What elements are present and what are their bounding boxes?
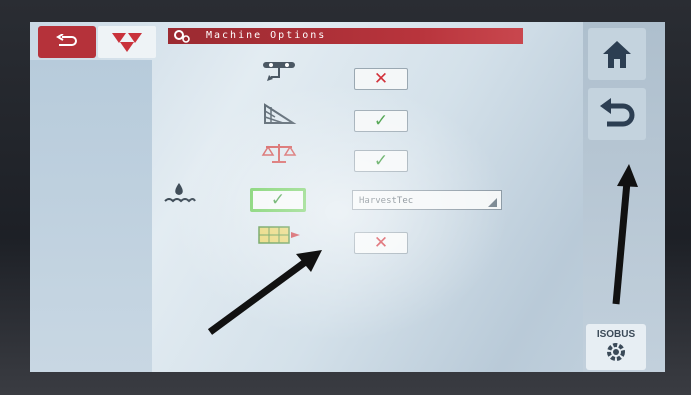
additive-dropdown[interactable]: HarvestTec <box>352 190 502 210</box>
sprayer-nozzle-icon <box>256 58 302 84</box>
page-title: Machine Options <box>168 28 523 44</box>
return-arrow-icon <box>600 98 635 127</box>
back-button[interactable] <box>38 26 96 58</box>
option-toggle-3[interactable]: ✓ <box>354 150 408 172</box>
bale-count-icon <box>256 222 302 248</box>
return-button[interactable] <box>588 88 646 140</box>
home-icon <box>603 41 631 68</box>
isobus-button[interactable]: ISOBUS <box>586 324 646 370</box>
option-toggle-5[interactable]: ✕ <box>354 232 408 254</box>
terminal-screen: Machine Options ✕ ✓ ✓ ✓ HarvestTec ✕ ISO… <box>30 22 665 372</box>
back-arrow-icon <box>56 34 77 46</box>
left-panel <box>30 60 152 372</box>
gear-icon <box>174 30 190 43</box>
option-toggle-2[interactable]: ✓ <box>354 110 408 132</box>
isobus-settings-icon <box>607 343 625 361</box>
water-drop-icon <box>156 180 202 206</box>
dropdown-corner-icon <box>488 198 497 207</box>
isobus-label: ISOBUS <box>596 329 636 340</box>
scale-icon <box>256 140 302 166</box>
home-button[interactable] <box>588 28 646 80</box>
brand-triangles-logo <box>112 33 142 52</box>
bale-chamber-icon <box>256 100 302 126</box>
screen-glare <box>170 82 510 342</box>
option-toggle-4[interactable]: ✓ <box>250 188 306 212</box>
option-toggle-1[interactable]: ✕ <box>354 68 408 90</box>
additive-dropdown-value: HarvestTec <box>359 196 414 206</box>
brand-logo <box>98 26 156 58</box>
